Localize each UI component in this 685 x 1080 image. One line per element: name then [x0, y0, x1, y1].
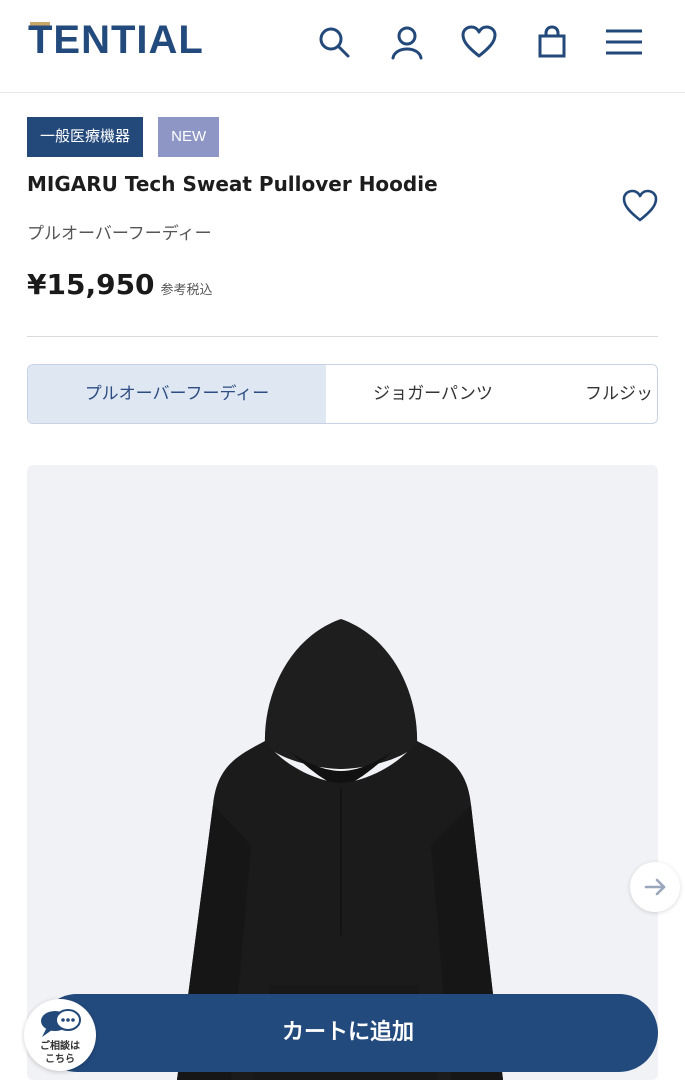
- menu-icon[interactable]: [606, 24, 642, 60]
- tab-full-zip[interactable]: フルジッ: [585, 365, 657, 423]
- add-favorite-heart-icon[interactable]: [620, 188, 660, 224]
- consultation-button[interactable]: ご相談は こちら: [24, 999, 96, 1071]
- tab-pullover-hoodie[interactable]: プルオーバーフーディー: [28, 365, 326, 423]
- account-icon[interactable]: [389, 24, 425, 60]
- tax-note: 参考税込: [160, 283, 213, 298]
- gallery-next-button[interactable]: [630, 862, 680, 912]
- new-badge: NEW: [158, 117, 220, 157]
- hoodie-image: [177, 619, 503, 1080]
- variant-tabs: プルオーバーフーディー ジョガーパンツ フルジッ: [27, 364, 658, 424]
- consultation-label: ご相談は こちら: [24, 1040, 96, 1066]
- product-price: ¥15,950: [27, 268, 155, 301]
- consult-line-2: こちら: [45, 1054, 75, 1065]
- product-subtitle: プルオーバーフーディー: [27, 224, 212, 244]
- price-row: ¥15,950 参考税込: [27, 268, 213, 301]
- arrow-right-icon: [644, 878, 666, 896]
- add-to-cart-button[interactable]: カートに追加: [38, 994, 658, 1072]
- consult-line-1: ご相談は: [40, 1041, 80, 1052]
- divider: [27, 336, 658, 337]
- site-header: TENTIAL: [0, 0, 685, 93]
- medical-device-badge: 一般医療機器: [27, 117, 144, 157]
- brand-logo[interactable]: TENTIAL: [28, 18, 204, 62]
- product-title: MIGARU Tech Sweat Pullover Hoodie: [27, 172, 438, 196]
- product-badges: 一般医療機器 NEW: [27, 117, 229, 157]
- search-icon[interactable]: [316, 24, 352, 60]
- cart-icon[interactable]: [534, 24, 570, 60]
- tab-jogger-pants[interactable]: ジョガーパンツ: [326, 365, 540, 423]
- product-image-gallery[interactable]: [27, 465, 658, 1080]
- favorites-icon[interactable]: [461, 24, 497, 60]
